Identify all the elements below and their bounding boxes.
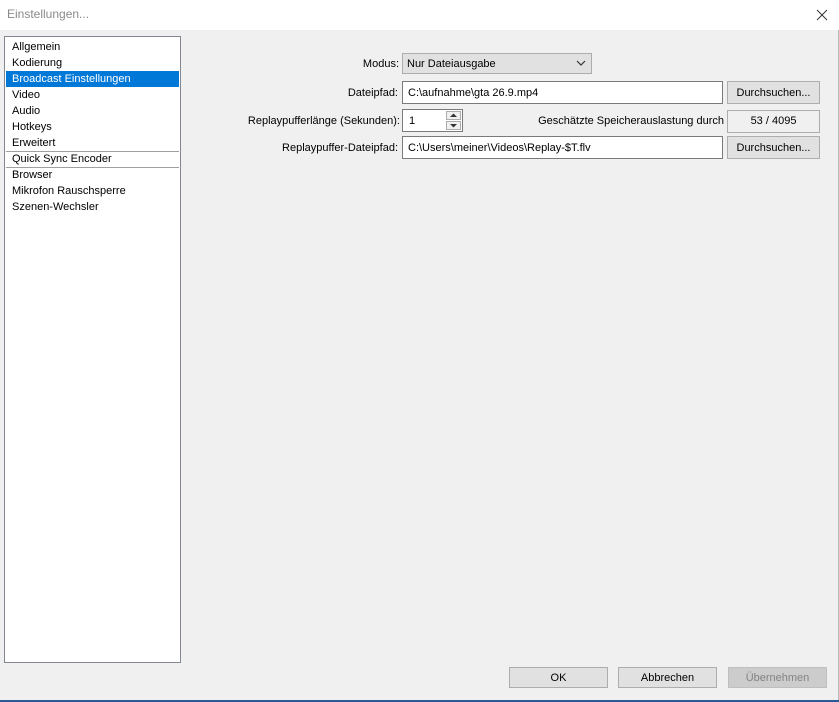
window-title: Einstellungen... [7,7,90,21]
sidebar-item-audio[interactable]: Audio [6,103,179,119]
sidebar-item-video[interactable]: Video [6,87,179,103]
replay-length-label: Replaypufferlänge (Sekunden): [247,115,400,127]
title-bar: Einstellungen... [0,0,839,30]
chevron-down-icon [576,60,586,66]
replay-path-browse-button[interactable]: Durchsuchen... [727,136,820,159]
apply-button[interactable]: Übernehmen [728,667,827,688]
mode-label: Modus: [362,58,399,70]
filepath-browse-button[interactable]: Durchsuchen... [727,81,820,104]
sidebar-item-szenen-wechsler[interactable]: Szenen-Wechsler [6,199,179,215]
chevron-up-icon [450,113,457,117]
settings-window: Einstellungen... Allgemein Kodierung Bro… [0,0,839,702]
sidebar-item-allgemein[interactable]: Allgemein [6,39,179,55]
spin-up-button[interactable] [446,111,461,120]
close-icon [816,9,828,21]
close-button[interactable] [811,4,833,26]
memory-usage-label: Geschätzte Speicherauslastung durch [538,115,724,127]
chevron-down-icon [450,124,457,128]
replay-length-value: 1 [409,115,416,127]
mode-select[interactable]: Nur Dateiausgabe [402,53,592,74]
mode-select-value: Nur Dateiausgabe [407,58,496,70]
sidebar-item-broadcast-einstellungen[interactable]: Broadcast Einstellungen [6,71,179,87]
replay-path-label: Replaypuffer-Dateipfad: [282,142,398,154]
filepath-input[interactable] [402,81,723,104]
cancel-button[interactable]: Abbrechen [618,667,717,688]
memory-usage-value: 53 / 4095 [727,110,820,133]
sidebar-item-mikrofon-rauschsperre[interactable]: Mikrofon Rauschsperre [6,183,179,199]
spin-down-button[interactable] [446,121,461,130]
sidebar-item-browser[interactable]: Browser [6,167,179,183]
settings-category-list[interactable]: Allgemein Kodierung Broadcast Einstellun… [4,36,181,663]
ok-button[interactable]: OK [509,667,608,688]
sidebar-item-quick-sync-encoder[interactable]: Quick Sync Encoder [6,151,179,167]
replay-path-input[interactable] [402,136,723,159]
replay-length-spinbox[interactable]: 1 [402,109,463,132]
sidebar-item-hotkeys[interactable]: Hotkeys [6,119,179,135]
sidebar-item-erweitert[interactable]: Erweitert [6,135,179,151]
filepath-label: Dateipfad: [347,87,398,99]
sidebar-item-kodierung[interactable]: Kodierung [6,55,179,71]
